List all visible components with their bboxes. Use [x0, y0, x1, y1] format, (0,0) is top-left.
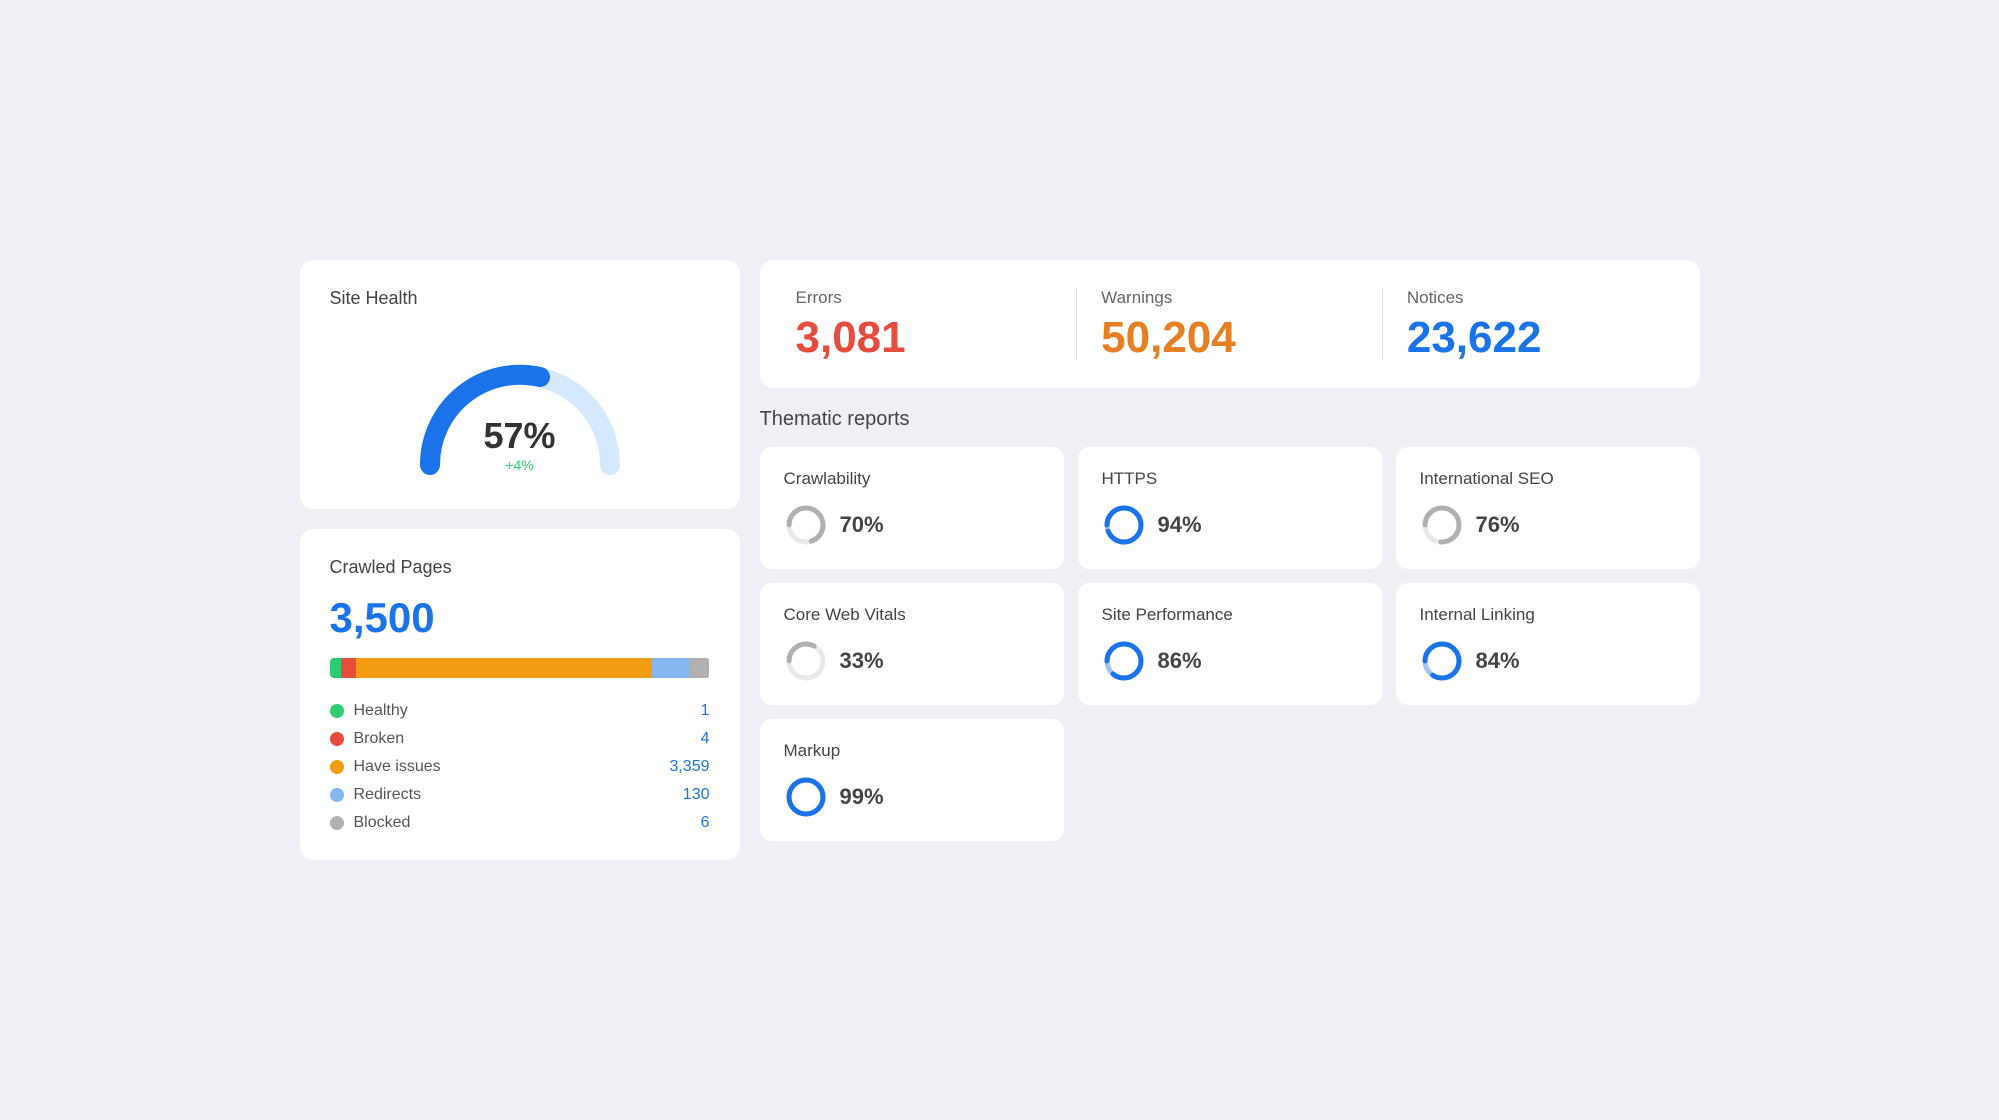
notices-metric: Notices 23,622	[1383, 288, 1664, 360]
report-name: Internal Linking	[1420, 605, 1676, 625]
report-card[interactable]: Markup 99%	[760, 719, 1064, 841]
crawled-pages-title: Crawled Pages	[330, 557, 710, 578]
report-name: Core Web Vitals	[784, 605, 1040, 625]
report-name: Markup	[784, 741, 1040, 761]
legend-label: Have issues	[354, 758, 660, 776]
legend-value: 130	[683, 786, 710, 804]
donut-chart	[1420, 503, 1464, 547]
donut-chart	[784, 639, 828, 683]
legend-value: 6	[701, 814, 710, 832]
gauge-percent: 57%	[483, 415, 555, 457]
report-percent: 86%	[1158, 648, 1202, 674]
gauge-container: 57% +4%	[330, 325, 710, 485]
warnings-label: Warnings	[1101, 288, 1358, 308]
thematic-section: Thematic reports Crawlability 70% HTTPS	[760, 408, 1700, 841]
reports-grid: Crawlability 70% HTTPS 94% Internation	[760, 447, 1700, 841]
legend-label: Redirects	[354, 786, 673, 804]
warnings-value: 50,204	[1101, 316, 1358, 360]
report-name: Site Performance	[1102, 605, 1358, 625]
report-metric: 86%	[1102, 639, 1358, 683]
report-percent: 70%	[840, 512, 884, 538]
report-metric: 33%	[784, 639, 1040, 683]
crawled-count: 3,500	[330, 594, 710, 642]
notices-label: Notices	[1407, 288, 1664, 308]
notices-value: 23,622	[1407, 316, 1664, 360]
legend-list: Healthy 1 Broken 4 Have issues 3,359 Red…	[330, 702, 710, 832]
legend-value: 3,359	[669, 758, 709, 776]
legend-value: 1	[701, 702, 710, 720]
bar-segment	[330, 658, 341, 678]
bar-segment	[356, 658, 652, 678]
report-metric: 76%	[1420, 503, 1676, 547]
report-metric: 84%	[1420, 639, 1676, 683]
report-name: International SEO	[1420, 469, 1676, 489]
report-metric: 99%	[784, 775, 1040, 819]
report-card[interactable]: Site Performance 86%	[1078, 583, 1382, 705]
gauge-center: 57% +4%	[483, 415, 555, 475]
errors-value: 3,081	[796, 316, 1053, 360]
warnings-metric: Warnings 50,204	[1077, 288, 1382, 360]
list-item: Have issues 3,359	[330, 758, 710, 776]
list-item: Healthy 1	[330, 702, 710, 720]
legend-dot	[330, 732, 344, 746]
report-metric: 70%	[784, 503, 1040, 547]
errors-metric: Errors 3,081	[796, 288, 1077, 360]
donut-chart	[1102, 503, 1146, 547]
bar-segment	[690, 658, 709, 678]
errors-label: Errors	[796, 288, 1053, 308]
legend-dot	[330, 760, 344, 774]
report-percent: 99%	[840, 784, 884, 810]
report-percent: 76%	[1476, 512, 1520, 538]
bar-segment	[652, 658, 690, 678]
gauge-change: +4%	[505, 457, 533, 473]
legend-label: Blocked	[354, 814, 691, 832]
crawled-pages-card: Crawled Pages 3,500 Healthy 1 Broken 4 H…	[300, 529, 740, 860]
bar-segment	[341, 658, 356, 678]
list-item: Broken 4	[330, 730, 710, 748]
report-percent: 94%	[1158, 512, 1202, 538]
report-card[interactable]: International SEO 76%	[1396, 447, 1700, 569]
report-name: HTTPS	[1102, 469, 1358, 489]
legend-dot	[330, 788, 344, 802]
legend-value: 4	[701, 730, 710, 748]
metrics-card: Errors 3,081 Warnings 50,204 Notices 23,…	[760, 260, 1700, 388]
left-column: Site Health 57% +4% Crawled Pages 3,500	[300, 260, 740, 860]
report-card[interactable]: Core Web Vitals 33%	[760, 583, 1064, 705]
report-metric: 94%	[1102, 503, 1358, 547]
right-column: Errors 3,081 Warnings 50,204 Notices 23,…	[760, 260, 1700, 860]
site-health-title: Site Health	[330, 288, 710, 309]
donut-chart	[784, 503, 828, 547]
report-name: Crawlability	[784, 469, 1040, 489]
donut-chart	[1420, 639, 1464, 683]
list-item: Blocked 6	[330, 814, 710, 832]
report-percent: 33%	[840, 648, 884, 674]
donut-chart	[1102, 639, 1146, 683]
donut-chart	[784, 775, 828, 819]
legend-label: Broken	[354, 730, 691, 748]
dashboard: Site Health 57% +4% Crawled Pages 3,500	[300, 260, 1700, 860]
report-card[interactable]: Internal Linking 84%	[1396, 583, 1700, 705]
site-health-card: Site Health 57% +4%	[300, 260, 740, 509]
report-percent: 84%	[1476, 648, 1520, 674]
report-card[interactable]: Crawlability 70%	[760, 447, 1064, 569]
legend-dot	[330, 704, 344, 718]
pages-bar	[330, 658, 710, 678]
legend-label: Healthy	[354, 702, 691, 720]
report-card[interactable]: HTTPS 94%	[1078, 447, 1382, 569]
thematic-title: Thematic reports	[760, 408, 1700, 431]
legend-dot	[330, 816, 344, 830]
list-item: Redirects 130	[330, 786, 710, 804]
